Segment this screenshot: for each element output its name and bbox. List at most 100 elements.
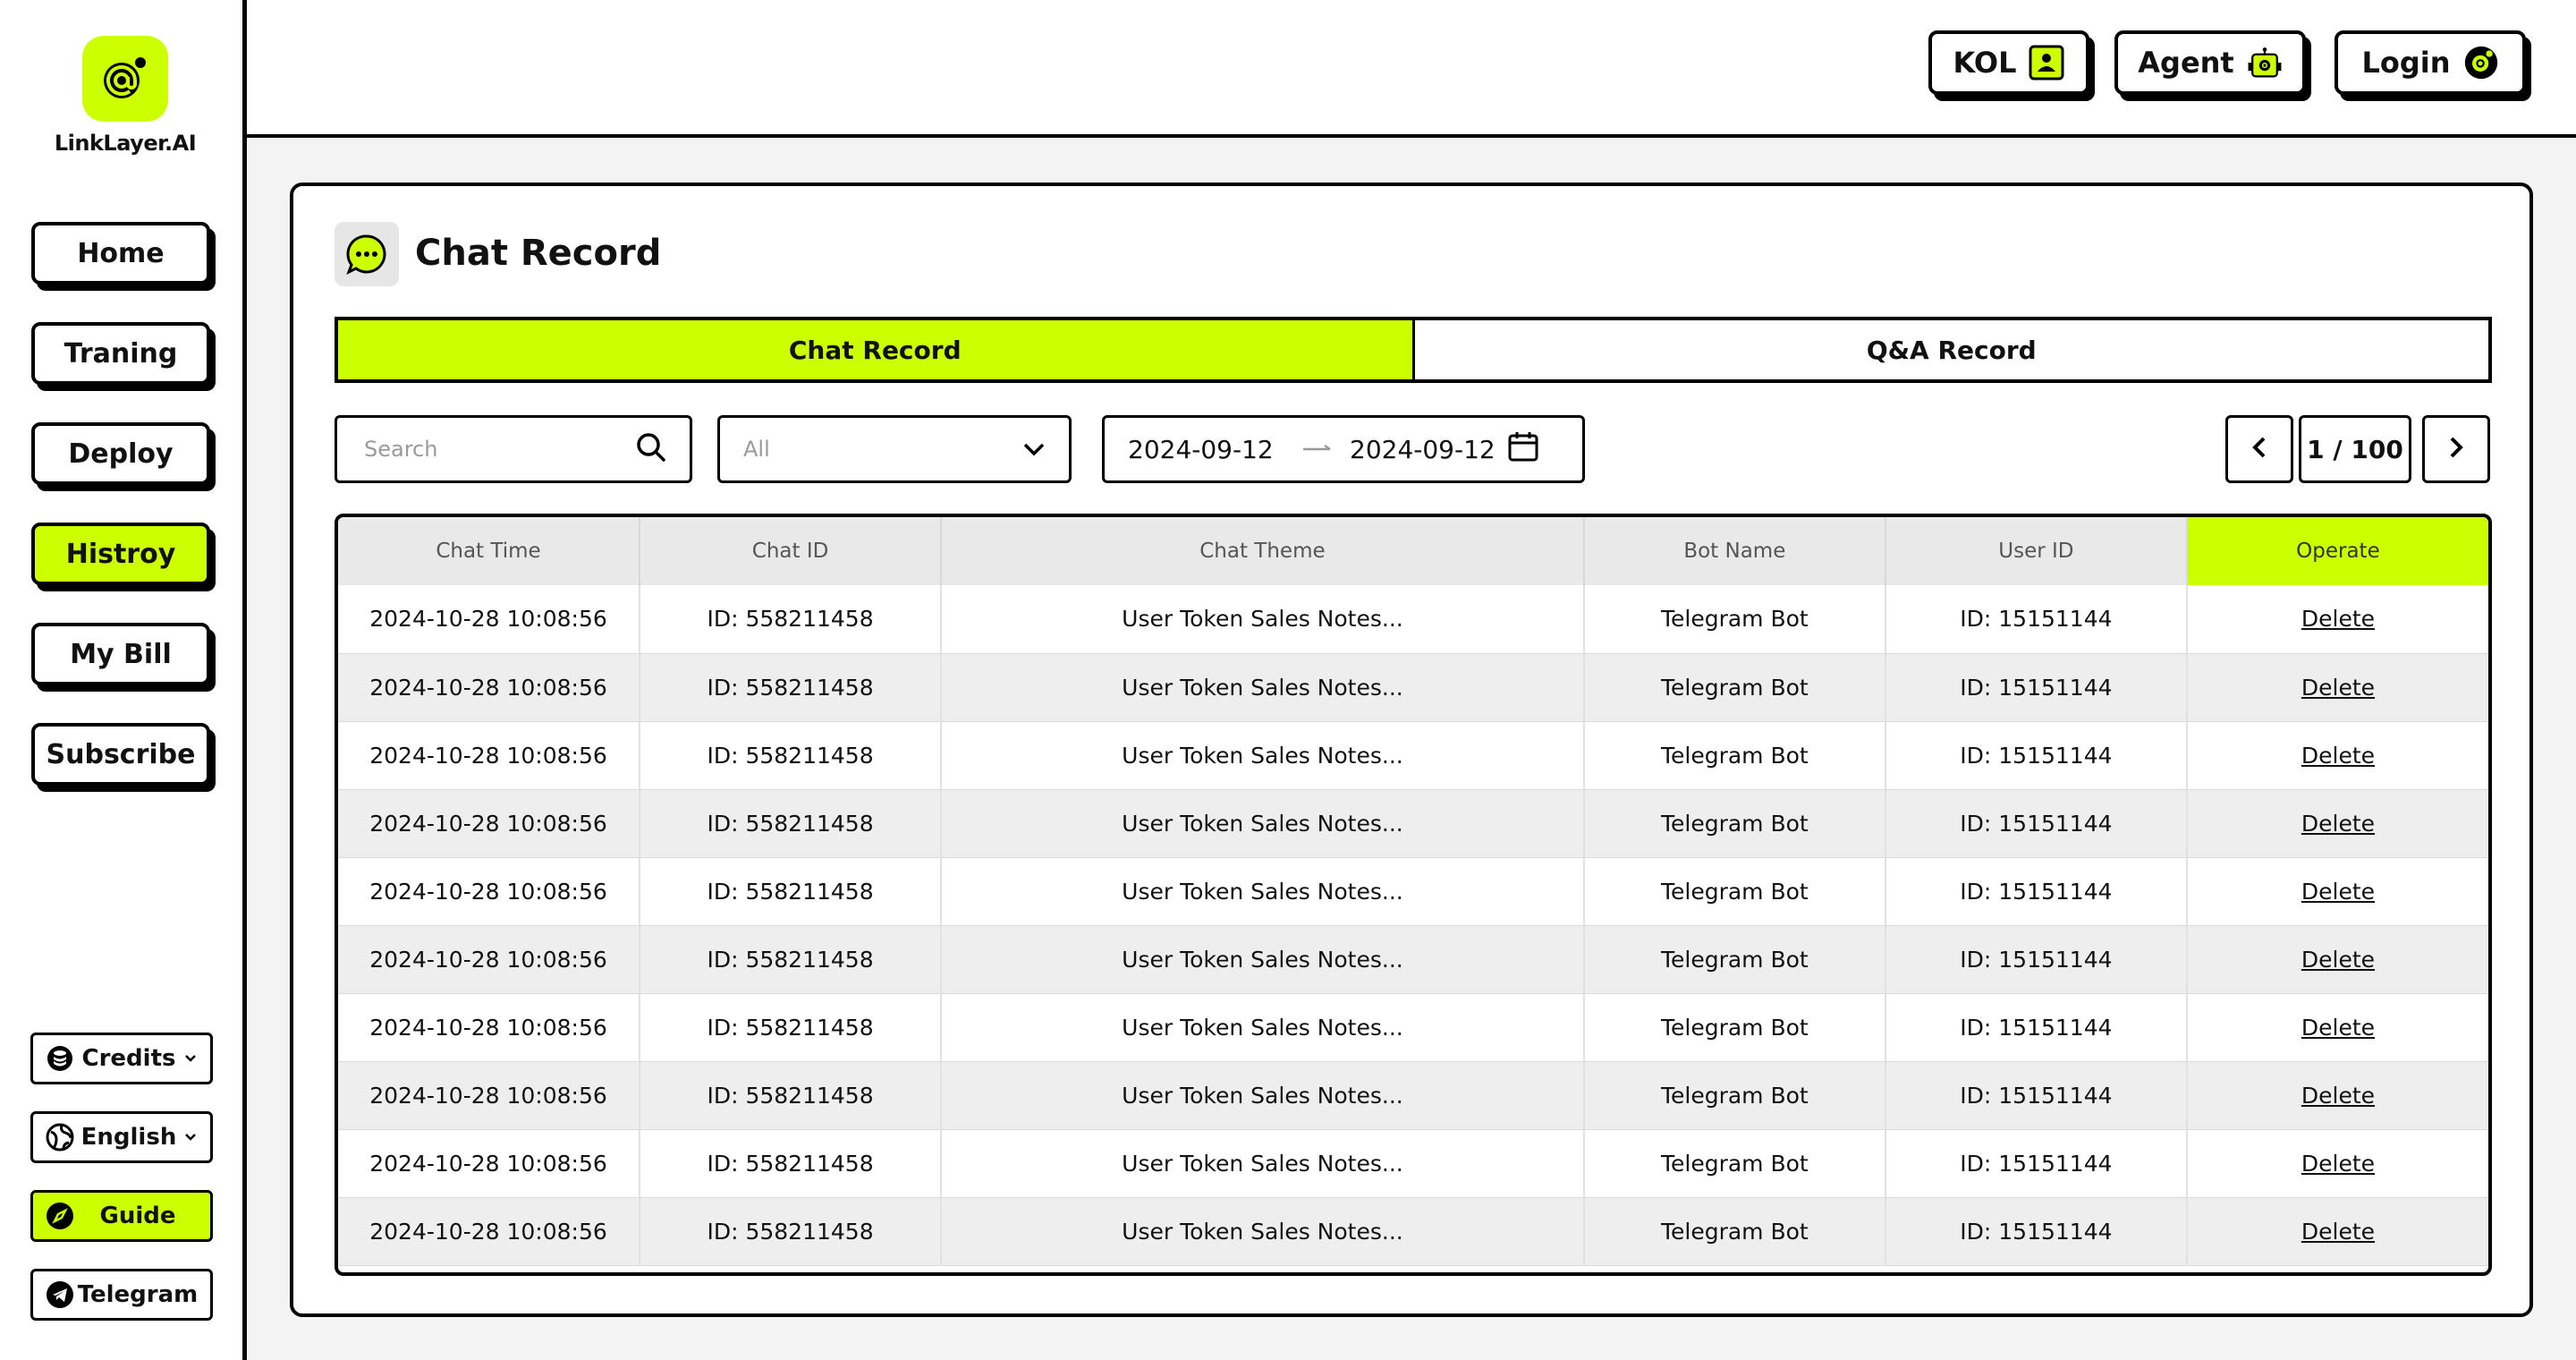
login-label: Login xyxy=(2361,46,2451,80)
chevron-down-icon xyxy=(182,1054,199,1063)
chat-time-cell: 2024-10-28 10:08:56 xyxy=(338,1129,641,1198)
table-row: 2024-10-28 10:08:56 ID: 558211458 User Tok… xyxy=(338,925,2488,994)
column-header: User ID xyxy=(1885,517,2188,585)
user-id-cell: ID: 15151144 xyxy=(1885,925,2188,994)
bot-name-cell: Telegram Bot xyxy=(1583,585,1886,654)
user-id-cell: ID: 15151144 xyxy=(1885,993,2188,1062)
user-id-cell: ID: 15151144 xyxy=(1885,857,2188,926)
chat-record-card: Chat Record Chat Record Q&A Record All 2… xyxy=(290,183,2533,1317)
chat-id-cell: ID: 558211458 xyxy=(640,721,943,790)
nav-training-button[interactable]: Traning xyxy=(31,322,210,385)
chat-record-table: Chat Time Chat ID Chat Theme Bot Name Us… xyxy=(335,514,2492,1276)
calendar-icon[interactable] xyxy=(1507,430,1539,469)
delete-link[interactable]: Delete xyxy=(2301,1151,2375,1177)
user-id-cell: ID: 15151144 xyxy=(1885,585,2188,654)
login-button[interactable]: Login xyxy=(2334,30,2526,95)
credits-dropdown[interactable]: Credits xyxy=(30,1033,213,1084)
column-header: Operate xyxy=(2186,517,2488,585)
filter-select[interactable]: All xyxy=(717,415,1072,483)
prev-page-button[interactable] xyxy=(2225,415,2293,483)
next-page-button[interactable] xyxy=(2422,415,2490,483)
bot-name-cell: Telegram Bot xyxy=(1583,1061,1886,1130)
guide-button[interactable]: Guide xyxy=(30,1190,213,1242)
nav-subscribe-button[interactable]: Subscribe xyxy=(31,723,210,786)
compass-icon xyxy=(44,1200,76,1232)
bot-name-cell: Telegram Bot xyxy=(1583,1197,1886,1266)
telegram-button[interactable]: Telegram xyxy=(30,1269,213,1321)
delete-link[interactable]: Delete xyxy=(2301,1219,2375,1245)
chat-id-cell: ID: 558211458 xyxy=(640,993,943,1062)
chat-id-cell: ID: 558211458 xyxy=(640,653,943,722)
login-avatar-icon xyxy=(2463,45,2499,81)
operate-cell: Delete xyxy=(2186,857,2488,926)
tab-chat-record[interactable]: Chat Record xyxy=(338,320,1415,379)
search-icon[interactable] xyxy=(636,432,666,466)
delete-link[interactable]: Delete xyxy=(2301,675,2375,701)
user-id-cell: ID: 15151144 xyxy=(1885,1129,2188,1198)
chat-id-cell: ID: 558211458 xyxy=(640,1061,943,1130)
operate-cell: Delete xyxy=(2186,653,2488,722)
language-label: English xyxy=(80,1124,177,1151)
chat-time-cell: 2024-10-28 10:08:56 xyxy=(338,721,641,790)
chat-bubble-icon xyxy=(335,222,399,286)
chat-theme-cell: User Token Sales Notes... xyxy=(941,1197,1585,1266)
table-row: 2024-10-28 10:08:56 ID: 558211458 User Tok… xyxy=(338,585,2488,654)
kol-label: KOL xyxy=(1953,46,2017,80)
tab-qa-record[interactable]: Q&A Record xyxy=(1415,320,2489,379)
bot-name-cell: Telegram Bot xyxy=(1583,925,1886,994)
chat-theme-cell: User Token Sales Notes... xyxy=(941,721,1585,790)
operate-cell: Delete xyxy=(2186,1129,2488,1198)
search-input[interactable] xyxy=(364,437,636,462)
delete-link[interactable]: Delete xyxy=(2301,879,2375,905)
date-end[interactable]: 2024-09-12 xyxy=(1350,435,1507,464)
table-row: 2024-10-28 10:08:56 ID: 558211458 User Tok… xyxy=(338,721,2488,790)
bot-name-cell: Telegram Bot xyxy=(1583,993,1886,1062)
arrow-right-icon xyxy=(1285,444,1350,455)
bot-name-cell: Telegram Bot xyxy=(1583,1129,1886,1198)
sidebar: LinkLayer.AI Home Traning Deploy Histroy… xyxy=(0,0,247,1360)
language-dropdown[interactable]: English xyxy=(30,1111,213,1163)
nav-my-bill-button[interactable]: My Bill xyxy=(31,623,210,685)
column-header: Chat ID xyxy=(640,517,943,585)
brand-name: LinkLayer.AI xyxy=(54,131,197,156)
chat-time-cell: 2024-10-28 10:08:56 xyxy=(338,1197,641,1266)
search-field xyxy=(335,415,692,483)
delete-link[interactable]: Delete xyxy=(2301,606,2375,632)
date-start[interactable]: 2024-09-12 xyxy=(1128,435,1285,464)
robot-icon xyxy=(2247,45,2283,81)
operate-cell: Delete xyxy=(2186,925,2488,994)
chat-time-cell: 2024-10-28 10:08:56 xyxy=(338,653,641,722)
chat-theme-cell: User Token Sales Notes... xyxy=(941,1129,1585,1198)
bot-name-cell: Telegram Bot xyxy=(1583,789,1886,858)
agent-label: Agent xyxy=(2138,46,2234,80)
operate-cell: Delete xyxy=(2186,721,2488,790)
delete-link[interactable]: Delete xyxy=(2301,1015,2375,1041)
nav-history-button[interactable]: Histroy xyxy=(31,523,210,585)
chat-id-cell: ID: 558211458 xyxy=(640,585,943,654)
database-icon xyxy=(44,1042,76,1075)
delete-link[interactable]: Delete xyxy=(2301,1083,2375,1109)
user-id-cell: ID: 15151144 xyxy=(1885,789,2188,858)
telegram-icon xyxy=(44,1279,76,1311)
table-row: 2024-10-28 10:08:56 ID: 558211458 User Tok… xyxy=(338,993,2488,1062)
user-id-cell: ID: 15151144 xyxy=(1885,1197,2188,1266)
chevron-right-icon xyxy=(2448,436,2464,463)
telegram-label: Telegram xyxy=(77,1281,199,1308)
record-tabs: Chat Record Q&A Record xyxy=(335,317,2492,383)
date-range-picker[interactable]: 2024-09-12 2024-09-12 xyxy=(1102,415,1585,483)
nav-home-button[interactable]: Home xyxy=(31,222,210,285)
operate-cell: Delete xyxy=(2186,1061,2488,1130)
brand-logo[interactable]: LinkLayer.AI xyxy=(27,36,224,156)
chat-theme-cell: User Token Sales Notes... xyxy=(941,789,1585,858)
chat-id-cell: ID: 558211458 xyxy=(640,1197,943,1266)
agent-button[interactable]: Agent xyxy=(2114,30,2306,95)
credits-label: Credits xyxy=(81,1045,176,1072)
user-id-cell: ID: 15151144 xyxy=(1885,721,2188,790)
kol-button[interactable]: KOL xyxy=(1928,30,2089,95)
delete-link[interactable]: Delete xyxy=(2301,743,2375,769)
page-title: Chat Record xyxy=(415,233,662,274)
nav-deploy-button[interactable]: Deploy xyxy=(31,422,210,485)
chat-time-cell: 2024-10-28 10:08:56 xyxy=(338,1061,641,1130)
delete-link[interactable]: Delete xyxy=(2301,811,2375,837)
delete-link[interactable]: Delete xyxy=(2301,947,2375,973)
